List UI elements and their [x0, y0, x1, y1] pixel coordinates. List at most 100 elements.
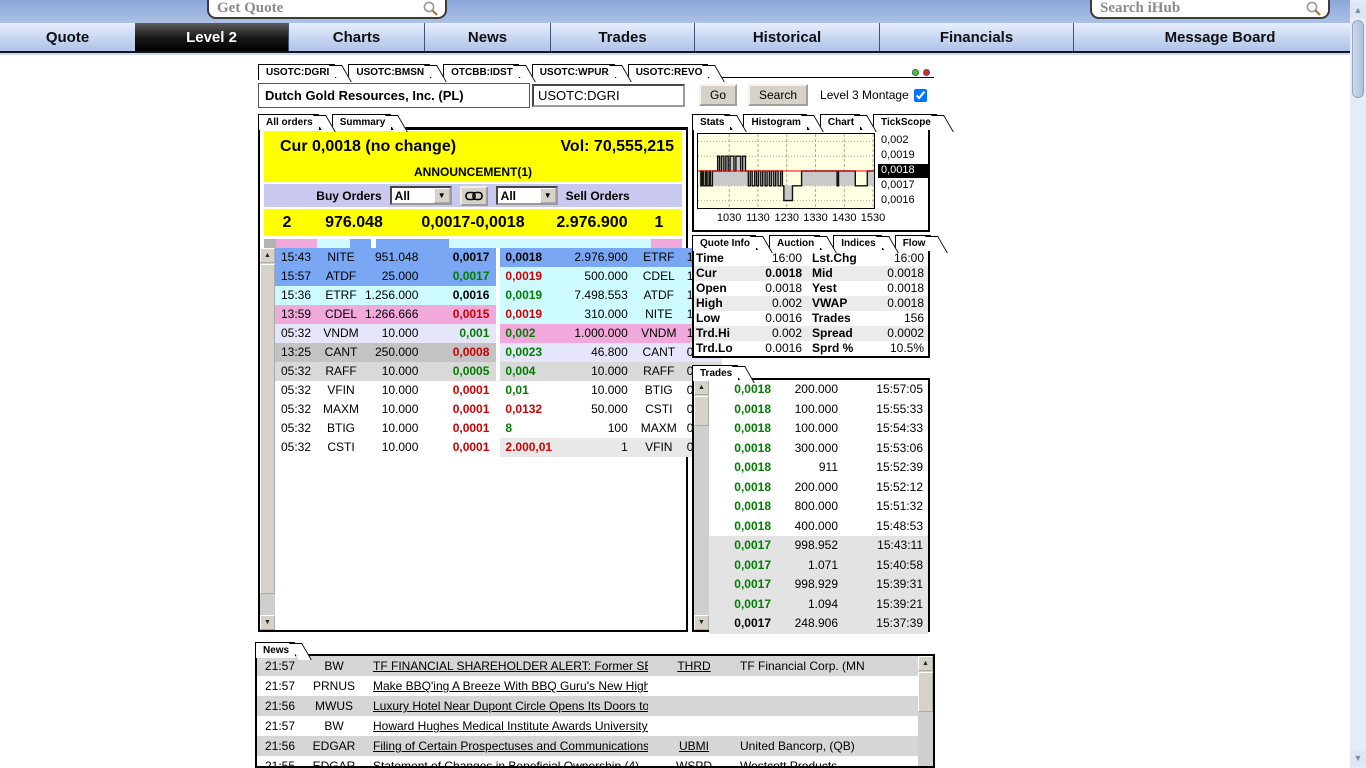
- trade-size: 1.094: [771, 595, 854, 615]
- announcement-link[interactable]: ANNOUNCEMENT(1): [264, 163, 682, 182]
- sell-filter-select[interactable]: All▼: [496, 186, 558, 205]
- bid-size: 10.000: [365, 362, 430, 381]
- bid-row: 15:43NITE951.0480,0017: [275, 248, 496, 267]
- quote-label: Trades: [802, 311, 862, 326]
- bid-price: 0,0008: [430, 343, 496, 362]
- news-headline-link[interactable]: Filing of Certain Prospectuses and Commu…: [365, 736, 648, 756]
- level3-montage-label: Level 3 Montage: [820, 88, 909, 102]
- search-ihub-input[interactable]: [1100, 0, 1305, 17]
- news-scrollbar[interactable]: ▲: [918, 656, 933, 766]
- symbol-input[interactable]: [532, 84, 685, 107]
- quote-label: Trd.Lo: [694, 341, 746, 356]
- news-headline-link[interactable]: Statement of Changes in Beneficial Owner…: [365, 756, 648, 766]
- quote-info-row: Trd.Lo0.0016Sprd %10.5%: [694, 341, 928, 356]
- bid-row: 13:59CDEL1.266.6660,0015: [275, 305, 496, 324]
- ticker-tab-usotc-dgri[interactable]: USOTC:DGRI: [258, 64, 335, 80]
- news-row: 21:56EDGARFiling of Certain Prospectuses…: [257, 736, 918, 756]
- ask-size: 500.000: [574, 267, 635, 286]
- quote-value: 0.0002: [862, 326, 928, 341]
- analysis-tab-stats[interactable]: Stats: [692, 114, 730, 130]
- quote-tab-quote-info[interactable]: Quote Info: [692, 235, 756, 251]
- bid-price: 0,0017: [430, 267, 496, 286]
- chart-panel: 0,0020,00190,00180,00170,0016 1030113012…: [692, 128, 930, 232]
- quote-info-tabs: Quote Info Auction Indices Flow: [692, 233, 930, 249]
- nav-tab-news[interactable]: News: [424, 23, 550, 51]
- scrollbar-thumb[interactable]: [1352, 20, 1364, 98]
- news-headline-link[interactable]: Luxury Hotel Near Dupont Circle Opens It…: [365, 696, 648, 716]
- news-ticker-link[interactable]: WSPD: [648, 756, 740, 766]
- montage-panel: Cur 0,0018 (no change) Vol: 70,555,215 A…: [258, 128, 688, 632]
- news-source: PRNUS: [303, 676, 365, 696]
- news-headline-link[interactable]: Make BBQ'ing A Breeze With BBQ Guru's Ne…: [365, 676, 648, 696]
- trade-price: 0,0017: [709, 536, 771, 556]
- analysis-tab-tickscope[interactable]: TickScope: [873, 114, 937, 130]
- nav-tab-level-2[interactable]: Level 2: [135, 23, 288, 51]
- level2-scrollbar[interactable]: ▲ ▼: [260, 248, 275, 630]
- ticker-tab-usotc-bmsn[interactable]: USOTC:BMSN: [348, 64, 430, 80]
- scroll-down-icon[interactable]: ▼: [694, 615, 709, 630]
- go-button[interactable]: Go: [699, 84, 737, 106]
- panel-tab-trades[interactable]: Trades: [692, 365, 738, 381]
- nav-tab-charts[interactable]: Charts: [288, 23, 424, 51]
- bid-depth-bar: [264, 239, 371, 248]
- chart-y-tick: 0,0017: [878, 179, 928, 193]
- scroll-up-icon[interactable]: ▲: [694, 380, 709, 395]
- search-ihub-searchbox[interactable]: [1090, 0, 1330, 19]
- topbar: QuoteLevel 2ChartsNewsTradesHistoricalFi…: [0, 0, 1366, 55]
- bid-time: 15:36: [275, 286, 317, 305]
- order-tab-all-orders[interactable]: All orders: [258, 114, 319, 130]
- news-ticker-link[interactable]: UBMI: [648, 736, 740, 756]
- news-headline-link[interactable]: TF FINANCIAL SHAREHOLDER ALERT: Former S…: [365, 656, 648, 676]
- news-source: BW: [303, 716, 365, 736]
- panel-tab-news[interactable]: News: [255, 642, 295, 658]
- ask-size: 7.498.553: [574, 286, 635, 305]
- nav-tab-trades[interactable]: Trades: [550, 23, 694, 51]
- scroll-down-icon[interactable]: ▼: [260, 615, 275, 630]
- nav-tab-quote[interactable]: Quote: [0, 23, 135, 51]
- analysis-tab-histogram[interactable]: Histogram: [743, 114, 806, 130]
- get-quote-input[interactable]: [217, 0, 422, 17]
- order-tab-summary[interactable]: Summary: [332, 114, 392, 130]
- nav-tab-financials[interactable]: Financials: [879, 23, 1073, 51]
- page-scrollbar[interactable]: ▲ ▼: [1350, 0, 1366, 768]
- scroll-up-icon[interactable]: ▲: [1350, 2, 1366, 18]
- ask-size: 310.000: [574, 305, 635, 324]
- nav-tab-message-board[interactable]: Message Board: [1073, 23, 1366, 51]
- scroll-down-icon[interactable]: ▼: [1350, 750, 1366, 766]
- ask-row: 8100MAXM05:32: [500, 419, 721, 438]
- trade-time: 15:52:12: [854, 478, 928, 498]
- search-button[interactable]: Search: [748, 84, 808, 106]
- bid-time: 13:25: [275, 343, 317, 362]
- get-quote-searchbox[interactable]: [207, 0, 447, 19]
- bid-row: 05:32CSTI10.0000,0001: [275, 438, 496, 457]
- trade-price: 0,0018: [709, 497, 771, 517]
- ticker-tab-otcbb-idst[interactable]: OTCBB:IDST: [443, 64, 519, 80]
- ticker-tab-usotc-revo[interactable]: USOTC:REVO: [628, 64, 709, 80]
- scrollbar-thumb[interactable]: [260, 264, 275, 594]
- quote-info-panel: Time16:00Lst.Chg16:00Cur0.0018Mid0.0018O…: [692, 248, 930, 358]
- scroll-up-icon[interactable]: ▲: [918, 656, 933, 671]
- level3-montage-checkbox[interactable]: [914, 89, 927, 102]
- trade-size: 200.000: [771, 478, 854, 498]
- scrollbar-thumb[interactable]: [694, 396, 709, 426]
- trades-scrollbar[interactable]: ▲ ▼: [694, 380, 709, 630]
- nav-tab-historical[interactable]: Historical: [694, 23, 879, 51]
- buy-filter-select[interactable]: All▼: [390, 186, 452, 205]
- quote-tab-auction[interactable]: Auction: [769, 235, 820, 251]
- news-ticker-link[interactable]: THRD: [648, 656, 740, 676]
- news-headline-link[interactable]: Howard Hughes Medical Institute Awards U…: [365, 716, 648, 736]
- scroll-up-icon[interactable]: ▲: [260, 248, 275, 263]
- quote-tab-indices[interactable]: Indices: [833, 235, 881, 251]
- sell-orders-label: Sell Orders: [566, 189, 630, 203]
- link-filters-button[interactable]: [460, 186, 488, 206]
- quote-tab-flow[interactable]: Flow: [895, 235, 932, 251]
- trade-size: 200.000: [771, 380, 854, 400]
- scrollbar-thumb[interactable]: [918, 672, 933, 712]
- bid-mm: MAXM: [317, 400, 365, 419]
- analysis-tab-chart[interactable]: Chart: [820, 114, 860, 130]
- ask-mm: VNDM: [636, 324, 682, 343]
- news-panel: 21:57BWTF FINANCIAL SHAREHOLDER ALERT: F…: [255, 654, 935, 768]
- bid-price: 0,0016: [430, 286, 496, 305]
- bid-count: 2: [264, 214, 310, 232]
- ticker-tab-usotc-wpur[interactable]: USOTC:WPUR: [532, 64, 615, 80]
